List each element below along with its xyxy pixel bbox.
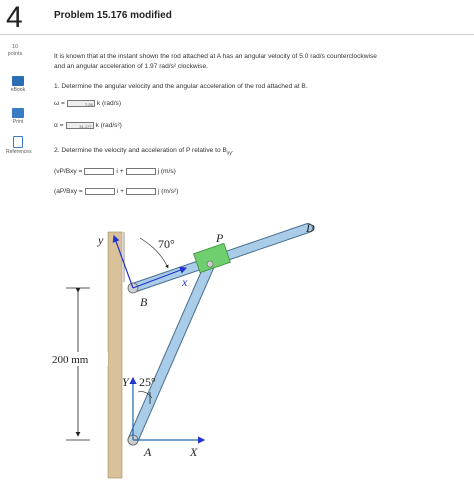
pin-P bbox=[206, 260, 214, 268]
label-A: A bbox=[143, 445, 152, 459]
mechanism-figure: 200 mm y x 70° Y X 25° A B P D bbox=[48, 221, 315, 479]
label-Y: Y bbox=[122, 375, 130, 389]
label-y: y bbox=[97, 233, 104, 247]
label-P: P bbox=[215, 231, 224, 245]
angle-bottom-label: 25° bbox=[139, 375, 156, 389]
collar-P bbox=[193, 242, 231, 274]
angle-top-label: 70° bbox=[158, 237, 175, 251]
axis-x bbox=[132, 266, 188, 289]
rod-AP-fill bbox=[128, 259, 215, 445]
wall bbox=[107, 231, 123, 479]
label-X: X bbox=[189, 445, 198, 459]
label-x: x bbox=[181, 275, 188, 289]
dimension-label: 200 mm bbox=[52, 354, 89, 366]
label-D: D bbox=[305, 221, 315, 235]
label-B: B bbox=[140, 295, 148, 309]
